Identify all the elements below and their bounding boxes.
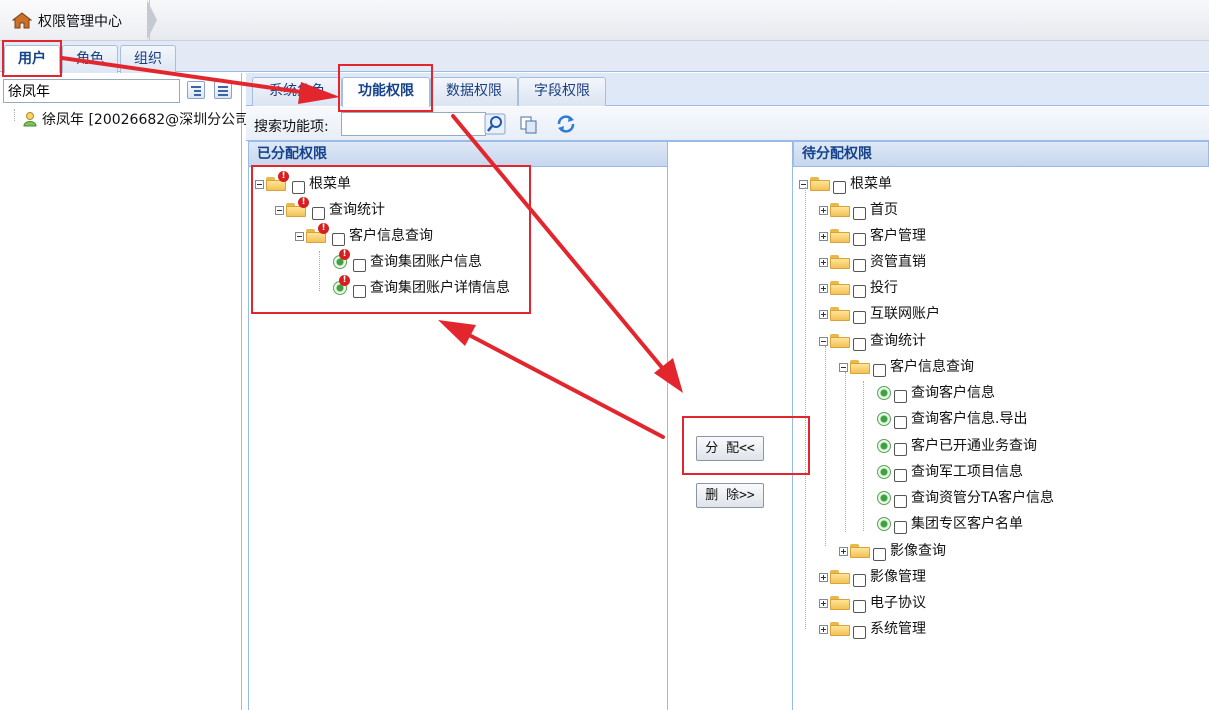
delete-button[interactable]: 删 除>> bbox=[696, 483, 764, 508]
tab-field-permission[interactable]: 字段权限 bbox=[518, 77, 606, 106]
search-icon[interactable] bbox=[484, 113, 506, 135]
folder-icon bbox=[850, 360, 870, 374]
user-icon bbox=[23, 112, 37, 127]
annotation-box-function-tab bbox=[338, 64, 433, 112]
tree-node[interactable]: 查询统计 bbox=[819, 330, 926, 352]
annotation-box-assign-button bbox=[682, 416, 810, 475]
node-checkbox[interactable] bbox=[894, 442, 907, 456]
search-toolbar: 搜索功能项: bbox=[246, 107, 1209, 141]
node-checkbox[interactable] bbox=[894, 415, 907, 429]
tree-node[interactable]: 资管直销 bbox=[819, 251, 926, 273]
tree-node[interactable]: 投行 bbox=[819, 277, 898, 299]
tree-node[interactable]: 系统管理 bbox=[819, 618, 926, 640]
expand-icon[interactable] bbox=[819, 257, 828, 267]
expand-all-button[interactable] bbox=[187, 81, 205, 99]
leaf-icon bbox=[877, 517, 891, 531]
folder-icon bbox=[830, 203, 850, 217]
tree-node[interactable]: 查询军工项目信息 bbox=[877, 461, 1023, 483]
breadcrumb-arrow bbox=[147, 0, 157, 40]
tree-node[interactable]: 影像查询 bbox=[839, 540, 946, 562]
node-checkbox[interactable] bbox=[833, 180, 846, 194]
node-checkbox[interactable] bbox=[853, 625, 866, 639]
node-checkbox[interactable] bbox=[853, 599, 866, 613]
breadcrumb-title: 权限管理中心 bbox=[38, 14, 122, 30]
tab-system-role[interactable]: 系统角色 bbox=[252, 77, 342, 106]
tree-node[interactable]: 影像管理 bbox=[819, 566, 926, 588]
expand-icon[interactable] bbox=[819, 598, 828, 608]
leaf-icon bbox=[877, 412, 891, 426]
tree-node[interactable]: 查询客户信息.导出 bbox=[877, 408, 1027, 430]
annotation-box-assigned-tree bbox=[251, 165, 531, 314]
leaf-icon bbox=[877, 439, 891, 453]
tree-node[interactable]: 客户已开通业务查询 bbox=[877, 435, 1037, 457]
expand-icon[interactable] bbox=[819, 205, 828, 215]
node-checkbox[interactable] bbox=[853, 232, 866, 246]
breadcrumb-bar bbox=[0, 0, 1209, 41]
collapse-icon[interactable] bbox=[819, 336, 828, 346]
folder-icon bbox=[830, 281, 850, 295]
tree-node[interactable]: 互联网账户 bbox=[819, 303, 940, 325]
tree-node[interactable]: 查询客户信息 bbox=[877, 382, 995, 404]
folder-icon bbox=[810, 177, 830, 191]
list-view-button[interactable] bbox=[214, 81, 232, 99]
home-icon bbox=[12, 12, 32, 29]
folder-icon bbox=[850, 544, 870, 558]
tree-node[interactable]: 电子协议 bbox=[819, 592, 926, 614]
tree-node[interactable]: 客户信息查询 bbox=[839, 356, 974, 378]
refresh-icon[interactable] bbox=[555, 113, 577, 135]
node-checkbox[interactable] bbox=[894, 520, 907, 534]
tab-org[interactable]: 组织 bbox=[120, 45, 176, 73]
leaf-icon bbox=[877, 491, 891, 505]
node-checkbox[interactable] bbox=[853, 206, 866, 220]
breadcrumb[interactable]: 权限管理中心 bbox=[0, 0, 150, 40]
search-label: 搜索功能项: bbox=[254, 119, 329, 135]
tab-role[interactable]: 角色 bbox=[62, 45, 118, 73]
expand-icon[interactable] bbox=[819, 309, 828, 319]
node-checkbox[interactable] bbox=[873, 547, 886, 561]
node-checkbox[interactable] bbox=[853, 258, 866, 272]
user-panel: 徐凤年 [20026682@深圳分公司 bbox=[0, 73, 249, 710]
function-search-input[interactable] bbox=[341, 112, 486, 136]
node-checkbox[interactable] bbox=[853, 337, 866, 351]
leaf-icon bbox=[877, 386, 891, 400]
expand-icon[interactable] bbox=[839, 546, 848, 556]
user-node-label: 徐凤年 [20026682@深圳分公司 bbox=[42, 112, 250, 128]
tree-node[interactable]: 客户管理 bbox=[819, 225, 926, 247]
copy-icon[interactable] bbox=[518, 113, 540, 135]
expand-icon[interactable] bbox=[819, 572, 828, 582]
expand-icon[interactable] bbox=[819, 283, 828, 293]
node-checkbox[interactable] bbox=[853, 284, 866, 298]
node-checkbox[interactable] bbox=[894, 468, 907, 482]
leaf-icon bbox=[877, 465, 891, 479]
expand-icon[interactable] bbox=[819, 624, 828, 634]
tree-node[interactable]: 查询资管分TA客户信息 bbox=[877, 487, 1054, 509]
expand-icon[interactable] bbox=[819, 231, 828, 241]
user-search-input[interactable] bbox=[3, 79, 180, 103]
top-tab-bar: 用户 角色 组织 bbox=[0, 41, 1209, 74]
node-checkbox[interactable] bbox=[894, 494, 907, 508]
folder-icon bbox=[830, 570, 850, 584]
tree-node[interactable]: 首页 bbox=[819, 199, 898, 221]
folder-icon bbox=[830, 596, 850, 610]
collapse-icon[interactable] bbox=[799, 179, 808, 189]
assigned-header: 已分配权限 bbox=[248, 141, 668, 167]
folder-icon bbox=[830, 307, 850, 321]
tree-node[interactable]: 根菜单 bbox=[799, 173, 892, 195]
tree-node[interactable]: 集团专区客户名单 bbox=[877, 513, 1023, 535]
collapse-icon[interactable] bbox=[839, 362, 848, 372]
folder-icon bbox=[830, 229, 850, 243]
node-checkbox[interactable] bbox=[853, 573, 866, 587]
folder-icon bbox=[830, 622, 850, 636]
annotation-box-user-tab bbox=[2, 40, 62, 77]
node-checkbox[interactable] bbox=[894, 389, 907, 403]
user-tree-node[interactable]: 徐凤年 [20026682@深圳分公司 bbox=[10, 109, 249, 129]
node-checkbox[interactable] bbox=[853, 310, 866, 324]
pending-header: 待分配权限 bbox=[793, 141, 1209, 167]
folder-icon bbox=[830, 334, 850, 348]
folder-icon bbox=[830, 255, 850, 269]
pending-permissions-panel: 待分配权限 根菜单 首页 客户管理 资管直销 投行 互联网账户 查询统计 客户信… bbox=[793, 141, 1209, 710]
tab-data-permission[interactable]: 数据权限 bbox=[430, 77, 518, 106]
node-checkbox[interactable] bbox=[873, 363, 886, 377]
